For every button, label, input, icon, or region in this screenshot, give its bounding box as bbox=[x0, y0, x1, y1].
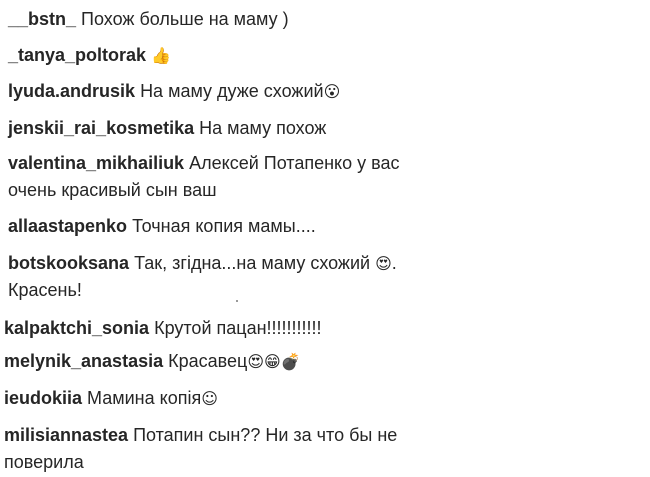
comment-username[interactable]: botskooksana bbox=[8, 253, 129, 273]
comment-text: На маму похож bbox=[199, 118, 327, 138]
comment-username[interactable]: valentina_mikhailiuk bbox=[8, 153, 184, 173]
comment-username[interactable]: jenskii_rai_kosmetika bbox=[8, 118, 194, 138]
comment-item: allaastapenko Точная копия мамы.... bbox=[8, 213, 428, 240]
comment-item: _tanya_poltorak 👍 bbox=[8, 42, 428, 69]
comment-username[interactable]: __bstn_ bbox=[8, 9, 76, 29]
comment-username[interactable]: lyuda.andrusik bbox=[8, 81, 135, 101]
stray-dot bbox=[236, 300, 238, 302]
surprised-face-icon: 😮 bbox=[323, 82, 341, 101]
comment-username[interactable]: melynik_anastasia bbox=[4, 351, 163, 371]
comment-text: На маму дуже схожий bbox=[140, 81, 324, 101]
comment-text: Так, згідна...на маму схожий bbox=[134, 253, 371, 273]
comment-username[interactable]: milisiannastea bbox=[4, 425, 128, 445]
emoji-group-icon: 😍😁💣 bbox=[247, 352, 301, 371]
comment-item: kalpaktchi_sonia Крутой пацан!!!!!!!!!!! bbox=[4, 315, 424, 342]
comment-username[interactable]: allaastapenko bbox=[8, 216, 127, 236]
comment-text: Крутой пацан!!!!!!!!!!! bbox=[154, 318, 322, 338]
heart-eyes-face-icon: 😍 bbox=[375, 254, 392, 273]
comment-item: melynik_anastasia Красавец😍😁💣 bbox=[4, 348, 424, 375]
comment-item: __bstn_ Похож больше на маму ) bbox=[8, 6, 428, 33]
thumbs-up-icon: 👍 bbox=[151, 46, 171, 65]
comment-text: Похож больше на маму ) bbox=[81, 9, 289, 29]
comment-item: lyuda.andrusik На маму дуже схожий😮 bbox=[8, 78, 428, 105]
comment-username[interactable]: ieudokiia bbox=[4, 388, 82, 408]
comment-username[interactable]: _tanya_poltorak bbox=[8, 45, 146, 65]
comment-item: botskooksana Так, згідна...на маму схожи… bbox=[8, 250, 428, 304]
comment-item: jenskii_rai_kosmetika На маму похож bbox=[8, 115, 428, 142]
comment-text: Точная копия мамы.... bbox=[132, 216, 316, 236]
comment-text: Красавец bbox=[168, 351, 248, 371]
smiling-face-icon: ☺ bbox=[201, 389, 218, 408]
comment-item: milisiannastea Потапин сын?? Ни за что б… bbox=[4, 422, 399, 476]
comment-item: ieudokiia Мамина копія☺ bbox=[4, 385, 424, 412]
comment-username[interactable]: kalpaktchi_sonia bbox=[4, 318, 149, 338]
comment-text: Мамина копія bbox=[87, 388, 202, 408]
comment-item: valentina_mikhailiuk Алексей Потапенко у… bbox=[8, 150, 428, 204]
